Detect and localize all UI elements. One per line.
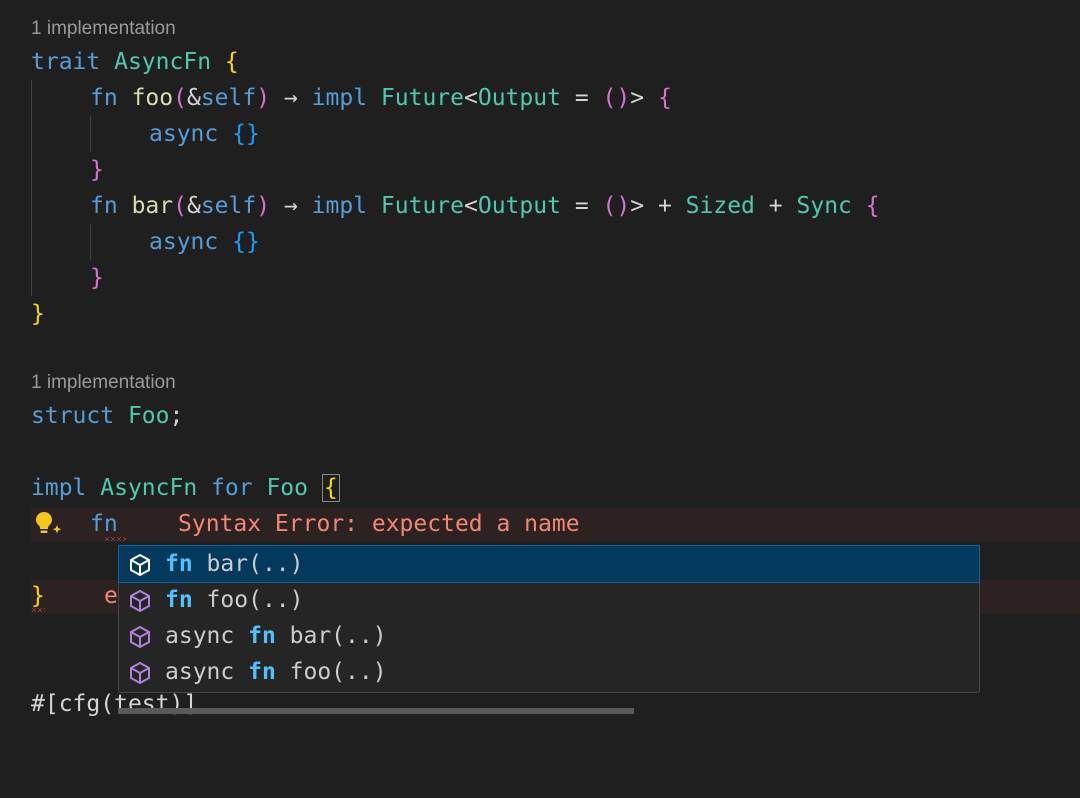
keyword-impl: impl: [311, 193, 368, 219]
suggestion-keyword: fn: [248, 623, 276, 649]
keyword-impl: impl: [311, 85, 368, 111]
bracket: }: [90, 265, 104, 291]
code-line-5: fn bar(&self) → impl Future<Output = ()>…: [90, 188, 880, 224]
type-future: Future: [380, 85, 464, 111]
suggestion-signature: bar(..): [192, 551, 304, 577]
code-line-1: trait AsyncFn {: [31, 44, 239, 80]
suggestion-label: fn bar(..): [165, 546, 303, 582]
bracket: (: [173, 85, 187, 111]
suggestion-item[interactable]: async fn foo(..): [119, 654, 979, 690]
code-lens-implementations[interactable]: 1 implementation: [31, 18, 176, 40]
code-editor[interactable]: 1 implementation trait AsyncFn { fn foo(…: [0, 0, 1080, 717]
suggestion-label: async fn bar(..): [165, 618, 387, 654]
plus: +: [657, 193, 672, 219]
lt: <: [464, 85, 478, 111]
method-cube-icon: [130, 553, 150, 577]
error-squiggle: [31, 608, 45, 612]
fn-name: bar: [131, 193, 174, 219]
code-line-3: async {}: [149, 116, 260, 152]
suggestion-item[interactable]: fn foo(..): [119, 582, 979, 618]
unit-type: (): [602, 193, 631, 219]
keyword-async: async: [149, 121, 219, 147]
autocomplete-suggest-widget[interactable]: fn bar(..) fn foo(..) async fn bar(..) a…: [118, 545, 980, 693]
method-cube-icon: [130, 625, 150, 649]
type-name: Foo: [266, 475, 308, 501]
suggestion-signature: bar(..): [275, 623, 387, 649]
bracket: ): [256, 85, 271, 111]
unit-type: (): [602, 85, 631, 111]
lightbulb-sparkle-icon[interactable]: [32, 508, 64, 540]
struct-name: Foo: [127, 403, 170, 429]
keyword-for: for: [211, 475, 253, 501]
code-lens-implementations[interactable]: 1 implementation: [31, 372, 176, 394]
suggestion-signature: foo(..): [275, 659, 387, 685]
method-cube-icon: [130, 589, 150, 613]
code-line-2: fn foo(&self) → impl Future<Output = ()>…: [90, 80, 672, 116]
type-sized: Sized: [685, 193, 755, 219]
bracket: }: [31, 583, 45, 609]
bracket: {}: [232, 229, 260, 255]
code-line-8: }: [31, 296, 45, 332]
trait-name: AsyncFn: [100, 475, 198, 501]
code-line-7: }: [90, 260, 104, 296]
lt: <: [464, 193, 478, 219]
keyword-async: async: [149, 229, 219, 255]
keyword-fn: fn: [90, 85, 118, 111]
type-output: Output: [477, 193, 561, 219]
suggestion-keyword: fn: [165, 551, 193, 577]
suggestion-keyword: fn: [248, 659, 276, 685]
indent-guide: [90, 116, 91, 152]
bracket: {: [224, 49, 239, 75]
bracket: }: [31, 301, 45, 327]
bracket: (: [173, 193, 187, 219]
ampersand: &: [186, 85, 201, 111]
suggestion-keyword: fn: [165, 587, 193, 613]
trait-name: AsyncFn: [114, 49, 212, 75]
suggestion-prefix: async: [165, 623, 249, 649]
bracket: ): [256, 193, 271, 219]
suggestion-label: fn foo(..): [165, 582, 303, 618]
arrow: →: [283, 85, 298, 111]
type-sync: Sync: [796, 193, 852, 219]
suggestion-item[interactable]: fn bar(..): [118, 545, 980, 583]
bracket: {: [657, 85, 672, 111]
equals: =: [574, 193, 589, 219]
self-keyword: self: [200, 85, 257, 111]
indent-guide: [31, 80, 32, 296]
attribute-open: #[cfg(: [31, 691, 115, 717]
suggestion-signature: foo(..): [192, 587, 304, 613]
plus: +: [768, 193, 783, 219]
semicolon: ;: [169, 403, 184, 429]
self-keyword: self: [200, 193, 257, 219]
type-output: Output: [477, 85, 561, 111]
error-squiggle: [104, 537, 126, 541]
indent-guide: [90, 224, 91, 260]
gt: >: [630, 193, 645, 219]
keyword-impl: impl: [31, 475, 87, 501]
suggestion-prefix: async: [165, 659, 249, 685]
code-line-9: struct Foo;: [31, 398, 183, 434]
keyword-trait: trait: [31, 49, 101, 75]
code-line-6: async {}: [149, 224, 260, 260]
gt: >: [630, 85, 645, 111]
keyword-fn: fn: [90, 193, 118, 219]
bracket: }: [90, 157, 104, 183]
code-line-10: impl AsyncFn for Foo {: [31, 470, 340, 506]
method-cube-icon: [130, 661, 150, 685]
suggestion-label: async fn foo(..): [165, 654, 387, 690]
inline-error-message: Syntax Error: expected a name: [178, 511, 580, 537]
code-line-4: }: [90, 152, 104, 188]
inline-error-partial: e: [104, 583, 118, 609]
keyword-fn: fn: [90, 511, 118, 537]
bracket: {}: [232, 121, 260, 147]
ampersand: &: [186, 193, 201, 219]
keyword-struct: struct: [31, 403, 115, 429]
fn-name: foo: [131, 85, 174, 111]
suggestion-item[interactable]: async fn bar(..): [119, 618, 979, 654]
arrow: →: [283, 193, 298, 219]
equals: =: [574, 85, 589, 111]
bracket: {: [865, 193, 880, 219]
type-future: Future: [380, 193, 464, 219]
bracket-match-highlight: {: [321, 474, 340, 502]
